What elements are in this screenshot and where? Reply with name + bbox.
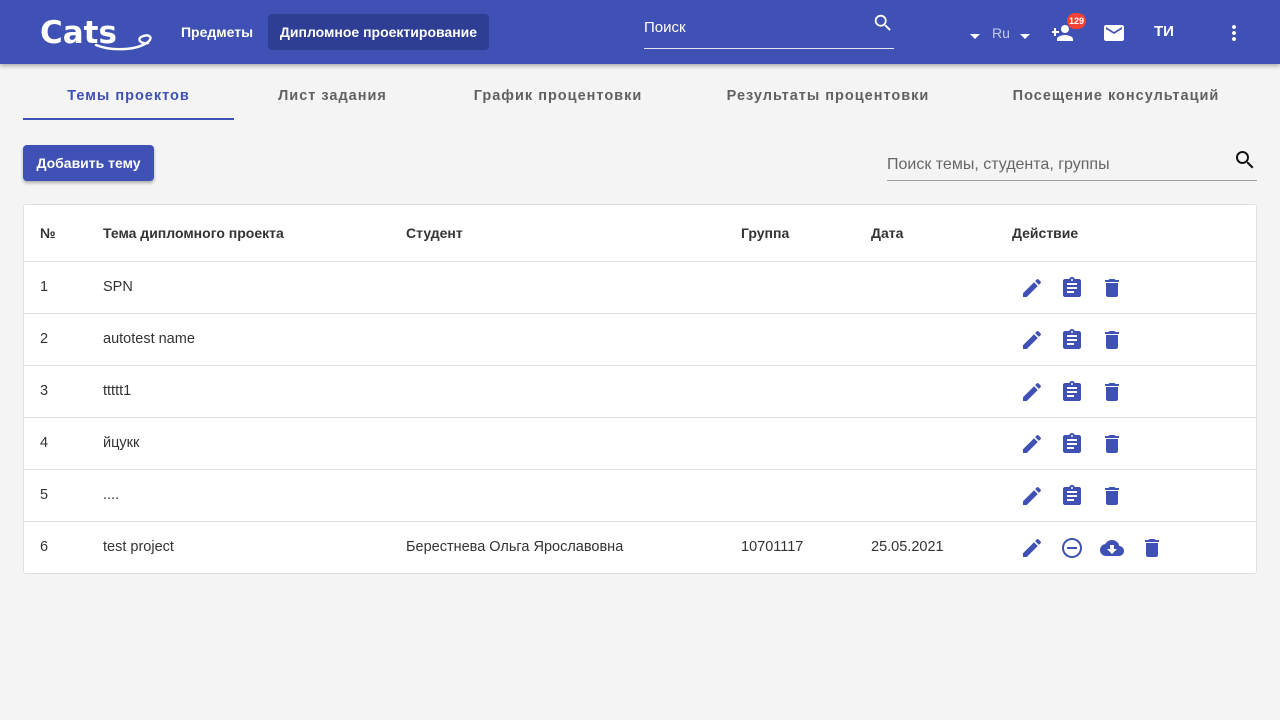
tab-assignment-sheet[interactable]: Лист задания	[255, 72, 410, 120]
svg-text:Cats: Cats	[40, 15, 117, 51]
header-student[interactable]: Студент	[406, 225, 463, 241]
cell-num: 3	[40, 383, 49, 399]
cell-topic: ....	[103, 487, 120, 503]
edit-icon[interactable]	[1020, 276, 1044, 300]
search-icon[interactable]	[872, 12, 894, 34]
cell-group: 10701117	[741, 539, 804, 555]
table-row[interactable]: 3 ttttt1	[24, 366, 1256, 418]
tab-consultation-attendance[interactable]: Посещение консультаций	[1003, 72, 1229, 120]
tab-project-topics[interactable]: Темы проектов	[23, 72, 234, 120]
table-row[interactable]: 2 autotest name	[24, 314, 1256, 366]
cell-num: 1	[40, 279, 49, 295]
header-action: Действие	[1012, 225, 1079, 241]
notification-badge: 129	[1067, 13, 1087, 29]
cell-topic: йцукк	[103, 435, 140, 451]
header-num[interactable]: №	[40, 225, 56, 241]
table-header: № Тема дипломного проекта Студент Группа…	[24, 205, 1256, 262]
user-avatar[interactable]: ТИ	[1150, 23, 1178, 40]
delete-icon[interactable]	[1100, 380, 1124, 404]
tab-percentage-schedule[interactable]: График процентовки	[463, 72, 653, 120]
header-date[interactable]: Дата	[871, 225, 903, 241]
cell-num: 2	[40, 331, 49, 347]
global-search	[644, 10, 894, 49]
nav-diploma-button[interactable]: Дипломное проектирование	[268, 14, 489, 50]
assign-icon[interactable]	[1060, 276, 1084, 300]
edit-icon[interactable]	[1020, 328, 1044, 352]
table-row[interactable]: 5....	[24, 470, 1256, 522]
mail-icon[interactable]	[1102, 21, 1126, 45]
edit-icon[interactable]	[1020, 432, 1044, 456]
edit-icon[interactable]	[1020, 380, 1044, 404]
cell-num: 4	[40, 435, 49, 451]
topic-filter	[887, 146, 1257, 181]
cell-topic: autotest name	[103, 331, 195, 347]
edit-icon[interactable]	[1020, 484, 1044, 508]
language-selector[interactable]: Ru	[992, 25, 1010, 41]
tab-bar: Темы проектов Лист задания График процен…	[23, 72, 1257, 120]
global-search-input[interactable]	[644, 16, 859, 38]
header-group[interactable]: Группа	[741, 225, 789, 241]
table-row[interactable]: 4 йцукк	[24, 418, 1256, 470]
cell-num: 5	[40, 487, 49, 503]
delete-icon[interactable]	[1140, 536, 1164, 560]
top-app-bar: Cats Предметы Дипломное проектирование R…	[0, 0, 1280, 64]
add-topic-button[interactable]: Добавить тему	[23, 145, 154, 181]
delete-icon[interactable]	[1100, 276, 1124, 300]
assign-icon[interactable]	[1060, 380, 1084, 404]
delete-icon[interactable]	[1100, 432, 1124, 456]
topics-table: № Тема дипломного проекта Студент Группа…	[23, 204, 1257, 574]
language-dropdown-icon[interactable]	[1013, 24, 1037, 48]
cell-num: 6	[40, 539, 49, 555]
menu-dropdown-icon[interactable]	[963, 24, 987, 48]
table-row[interactable]: 6 test project Берестнева Ольга Ярославовн…	[24, 522, 1256, 574]
more-vert-icon[interactable]	[1222, 21, 1246, 45]
edit-icon[interactable]	[1020, 536, 1044, 560]
cell-topic: test project	[103, 539, 174, 555]
header-topic[interactable]: Тема дипломного проекта	[103, 225, 284, 241]
search-icon[interactable]	[1233, 148, 1257, 172]
delete-icon[interactable]	[1100, 484, 1124, 508]
cats-logo[interactable]: Cats	[40, 12, 154, 52]
cloud-download-icon[interactable]	[1100, 536, 1124, 560]
assign-icon[interactable]	[1060, 432, 1084, 456]
remove-circle-icon[interactable]	[1060, 536, 1084, 560]
cell-date: 25.05.2021	[871, 539, 944, 555]
cell-topic: ttttt1	[103, 383, 132, 399]
tab-percentage-results[interactable]: Результаты процентовки	[715, 72, 941, 120]
topic-filter-input[interactable]	[887, 154, 1217, 176]
nav-subjects-button[interactable]: Предметы	[170, 14, 264, 50]
delete-icon[interactable]	[1100, 328, 1124, 352]
cell-topic: SPN	[103, 279, 133, 295]
cell-student: Берестнева Ольга Ярославовна	[406, 539, 624, 555]
assign-icon[interactable]	[1060, 484, 1084, 508]
table-row[interactable]: 1 SPN	[24, 262, 1256, 314]
assign-icon[interactable]	[1060, 328, 1084, 352]
